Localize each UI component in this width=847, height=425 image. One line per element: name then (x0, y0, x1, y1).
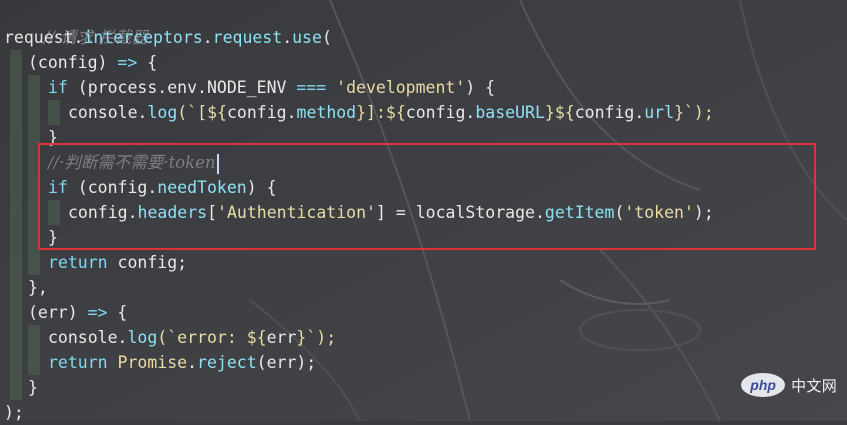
indent-guide (10, 150, 22, 175)
token-return: return (48, 353, 108, 372)
token-brace-comma: }, (28, 278, 48, 297)
indent-guide (10, 275, 22, 300)
token-config: config (574, 103, 635, 122)
watermark: php 中文网 (741, 373, 837, 397)
token-config-param: (config) (28, 53, 108, 72)
token-dot: . (465, 103, 476, 122)
indent-guide (10, 175, 22, 200)
token-template-error: (`error: ${ (157, 328, 267, 347)
highlight-box (38, 143, 816, 250)
token-return: return (48, 253, 108, 272)
php-logo-icon: php (741, 373, 786, 397)
indent-guide (28, 250, 40, 275)
token-log: log (127, 328, 158, 347)
indent-guide (10, 200, 22, 225)
token-paren-brace: ) { (465, 78, 496, 97)
token-dot: . (202, 28, 213, 47)
token-interceptors: interceptors (83, 28, 203, 47)
code-line-12: }, (28, 275, 48, 300)
token-config: config (226, 103, 287, 122)
token-use: use (292, 28, 322, 47)
token-request: request (4, 28, 74, 47)
token-arrow: => (107, 53, 148, 72)
indent-guide (28, 100, 40, 125)
code-line-3: (config) => { (28, 50, 157, 75)
token-template-mid: }${ (544, 103, 575, 122)
indent-guide (28, 350, 40, 375)
token-dot: . (286, 103, 297, 122)
token-brace-open: { (117, 303, 128, 322)
code-line-2: request.interceptors.request.use( (4, 25, 332, 50)
indent-guide (10, 50, 22, 75)
token-dot: . (157, 78, 168, 97)
indent-guide (10, 350, 22, 375)
code-line-14: console.log(`error: ${err}`); (48, 325, 336, 350)
token-development-string: 'development' (336, 78, 466, 97)
token-node-env: NODE_ENV (206, 78, 287, 97)
code-line-1: //·请求·拦截器 (4, 0, 148, 47)
token-dot: . (187, 353, 198, 372)
indent-guide (10, 125, 22, 150)
token-env: env (167, 78, 198, 97)
token-promise: Promise (107, 353, 188, 372)
indent-guide (10, 375, 22, 400)
watermark-text: 中文网 (791, 377, 837, 395)
code-line-16: } (28, 375, 38, 400)
token-dot: . (634, 103, 645, 122)
token-paren-open: ( (321, 28, 332, 47)
token-template-start: (`[${ (177, 103, 227, 122)
token-template-end: }`); (296, 328, 337, 347)
indent-guide (10, 325, 22, 350)
indent-guide (10, 75, 22, 100)
indent-guide (10, 225, 22, 250)
token-dot: . (137, 103, 148, 122)
token-err: err (266, 328, 297, 347)
token-err-call: (err); (256, 353, 317, 372)
token-brace-close: } (28, 378, 38, 397)
code-line-4: if (process.env.NODE_ENV === 'developmen… (48, 75, 495, 100)
code-line-17: ); (4, 400, 24, 425)
code-line-13: (err) => { (28, 300, 127, 325)
code-line-15: return Promise.reject(err); (48, 350, 316, 375)
token-dot: . (197, 78, 207, 97)
token-template-mid: }]:${ (356, 103, 406, 122)
token-url: url (644, 103, 675, 122)
code-line-5: console.log(`[${config.method}]:${config… (68, 100, 714, 125)
token-dot: . (117, 328, 128, 347)
indent-guide (48, 100, 60, 125)
token-reject: reject (197, 353, 257, 372)
token-dot: . (282, 28, 293, 47)
token-if: if (48, 78, 68, 97)
token-paren: ( (67, 78, 88, 97)
indent-guide (10, 250, 22, 275)
token-console: console (68, 103, 138, 122)
indent-guide (28, 325, 40, 350)
token-request-prop: request (212, 28, 283, 47)
token-config-return: config; (107, 253, 188, 272)
token-paren-close-semicolon: ); (4, 403, 24, 422)
token-err-param: (err) (28, 303, 78, 322)
token-template-end: }`); (674, 103, 714, 122)
code-line-11: return config; (48, 250, 187, 275)
token-dot: . (73, 28, 84, 47)
indent-guide (10, 300, 22, 325)
token-method: method (296, 103, 357, 122)
token-console: console (48, 328, 118, 347)
token-log: log (147, 103, 178, 122)
token-process: process (87, 78, 158, 97)
token-strict-equal: === (286, 78, 337, 97)
token-config: config (405, 103, 466, 122)
indent-guide (28, 75, 40, 100)
token-brace-open: { (147, 53, 158, 72)
token-baseurl: baseURL (475, 103, 545, 122)
indent-guide (10, 100, 22, 125)
token-arrow: => (77, 303, 118, 322)
